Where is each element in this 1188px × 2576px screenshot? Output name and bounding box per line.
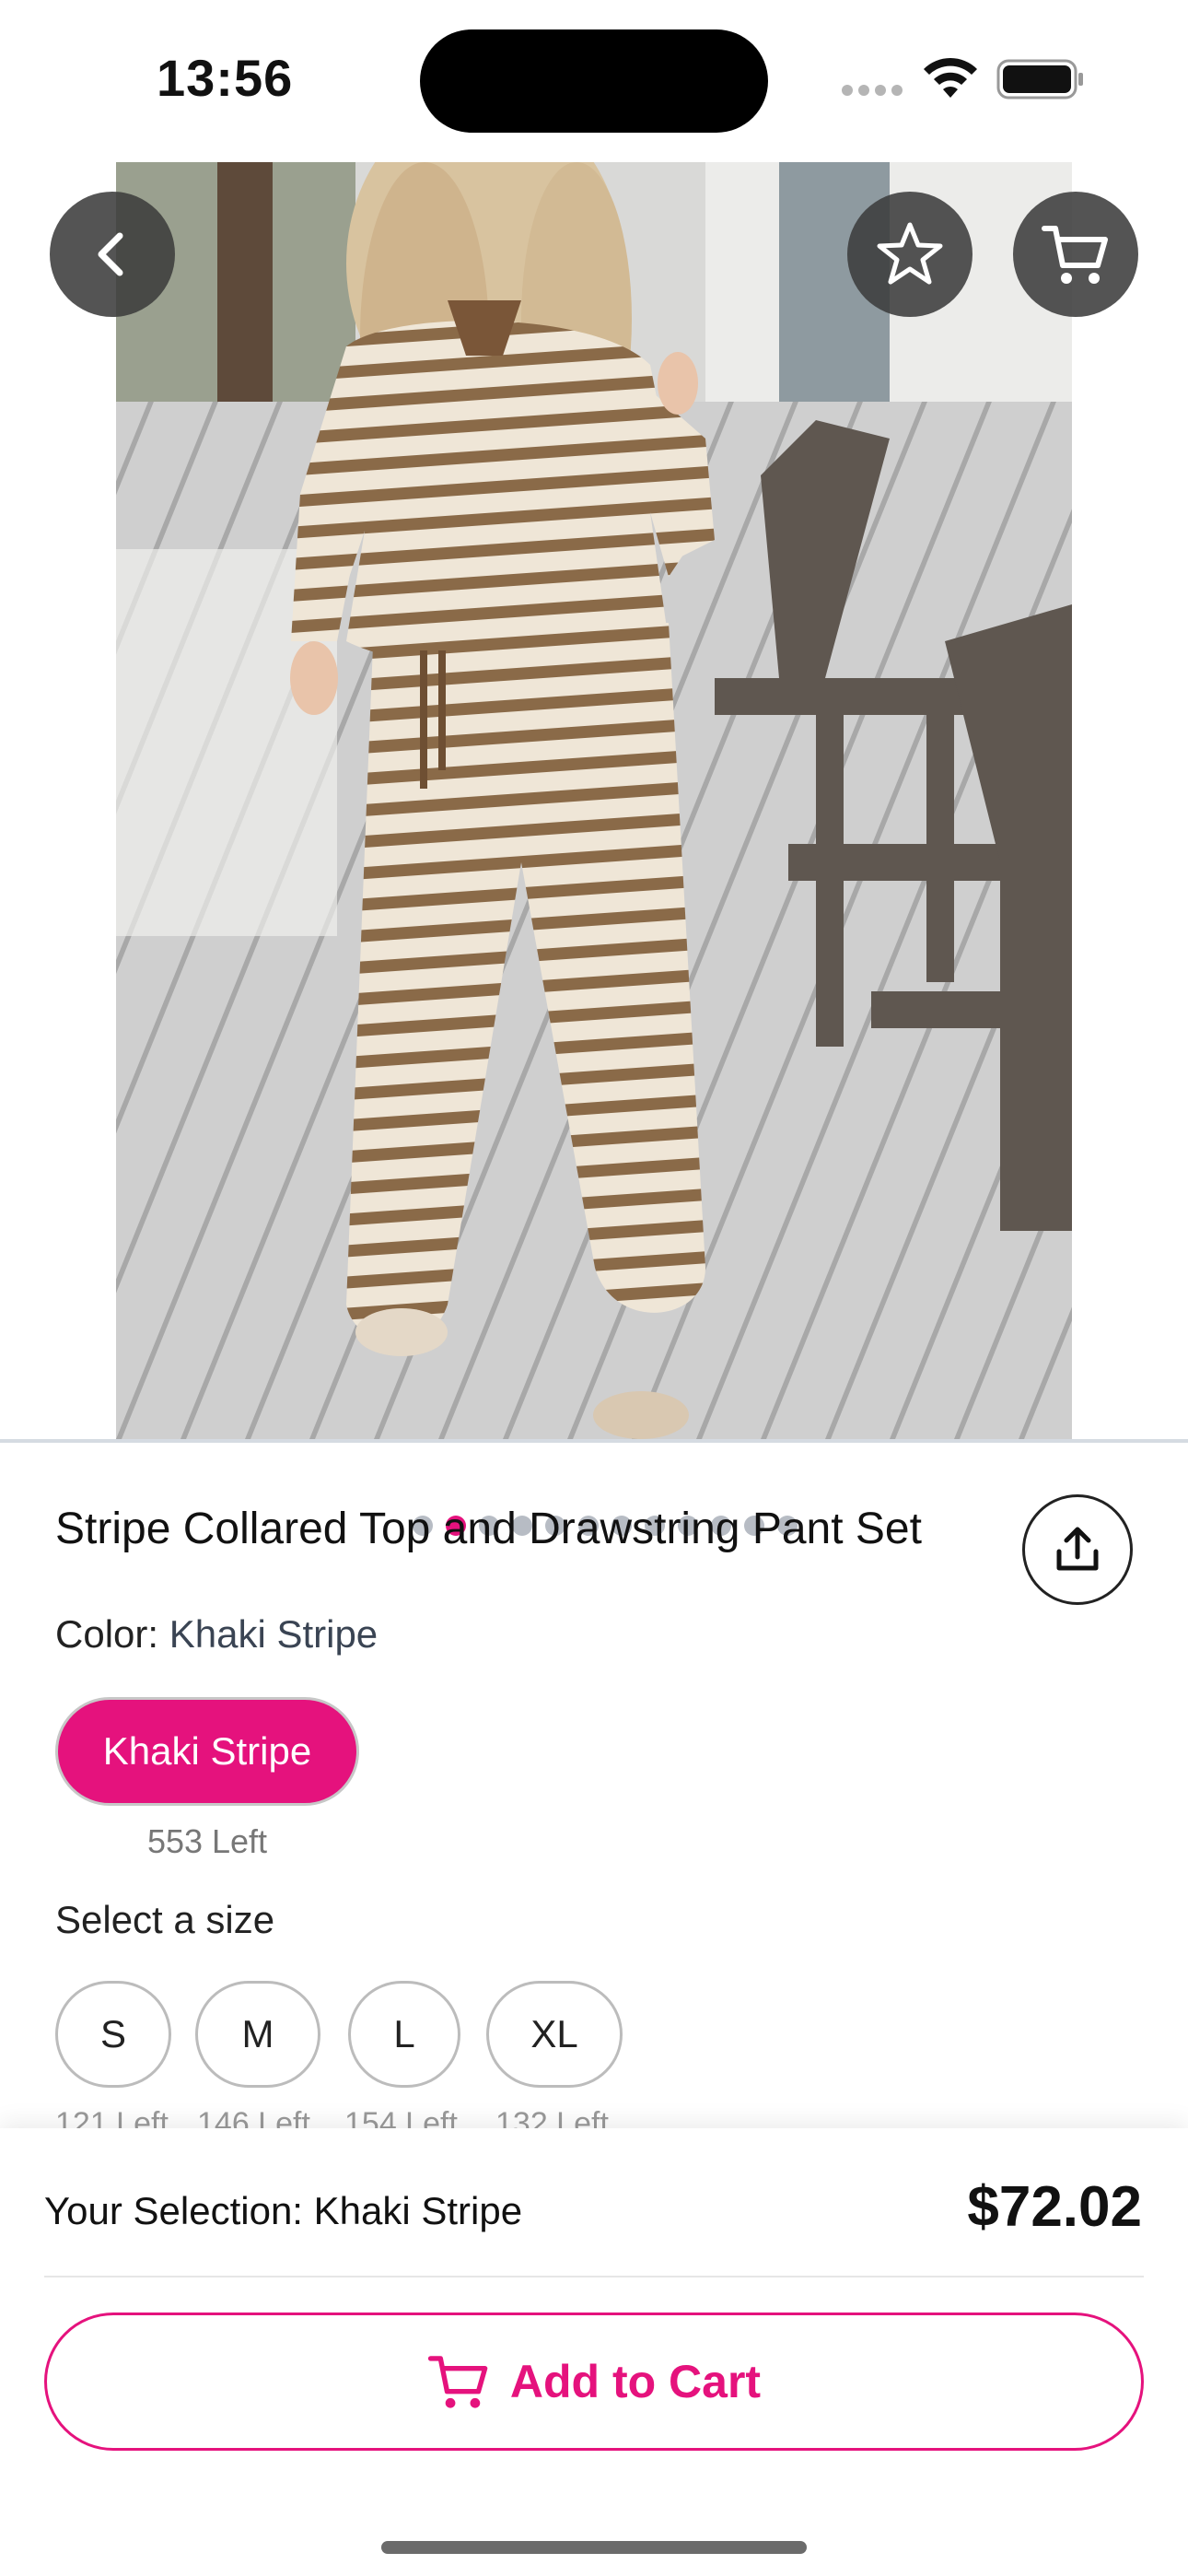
- checkout-bar: Your Selection: Khaki Stripe $72.02 Add …: [0, 2128, 1188, 2576]
- size-option-m[interactable]: M: [195, 1981, 320, 2088]
- status-bar: 13:56: [0, 0, 1188, 157]
- product-image-carousel[interactable]: [0, 162, 1188, 1555]
- price: $72.02: [967, 2175, 1142, 2239]
- favorite-button[interactable]: [847, 192, 973, 317]
- cart-icon: [1042, 226, 1108, 284]
- size-heading: Select a size: [55, 1898, 275, 1941]
- add-to-cart-label: Add to Cart: [509, 2356, 762, 2407]
- dynamic-island: [420, 29, 768, 133]
- share-button[interactable]: [1022, 1494, 1133, 1605]
- product-photo: [116, 162, 1072, 1441]
- bar-divider: [44, 2276, 1144, 2277]
- size-option-l[interactable]: L: [348, 1981, 460, 2088]
- color-option-khaki-stripe[interactable]: Khaki Stripe: [55, 1697, 359, 1806]
- cart-icon: [427, 2356, 488, 2408]
- status-time: 13:56: [157, 49, 294, 107]
- home-indicator[interactable]: [381, 2541, 807, 2554]
- star-icon: [877, 222, 943, 285]
- back-button[interactable]: [50, 192, 175, 317]
- cellular-signal-icon: [842, 85, 903, 96]
- add-to-cart-button[interactable]: Add to Cart: [44, 2313, 1144, 2451]
- cart-button[interactable]: [1013, 192, 1138, 317]
- share-icon: [1056, 1527, 1099, 1571]
- color-label-row: Color: Khaki Stripe: [55, 1612, 378, 1657]
- hero-divider: [0, 1439, 1188, 1443]
- back-arrow-icon: [98, 232, 123, 276]
- product-title: Stripe Collared Top and Drawstring Pant …: [55, 1505, 922, 1553]
- size-option-s[interactable]: S: [55, 1981, 171, 2088]
- selection-summary: Your Selection: Khaki Stripe: [44, 2189, 523, 2232]
- wifi-icon: [924, 57, 977, 98]
- color-value: Khaki Stripe: [169, 1612, 379, 1656]
- color-stock: 553 Left: [146, 1822, 268, 1860]
- color-label: Color:: [55, 1612, 159, 1656]
- battery-icon: [996, 59, 1083, 100]
- size-option-xl[interactable]: XL: [486, 1981, 623, 2088]
